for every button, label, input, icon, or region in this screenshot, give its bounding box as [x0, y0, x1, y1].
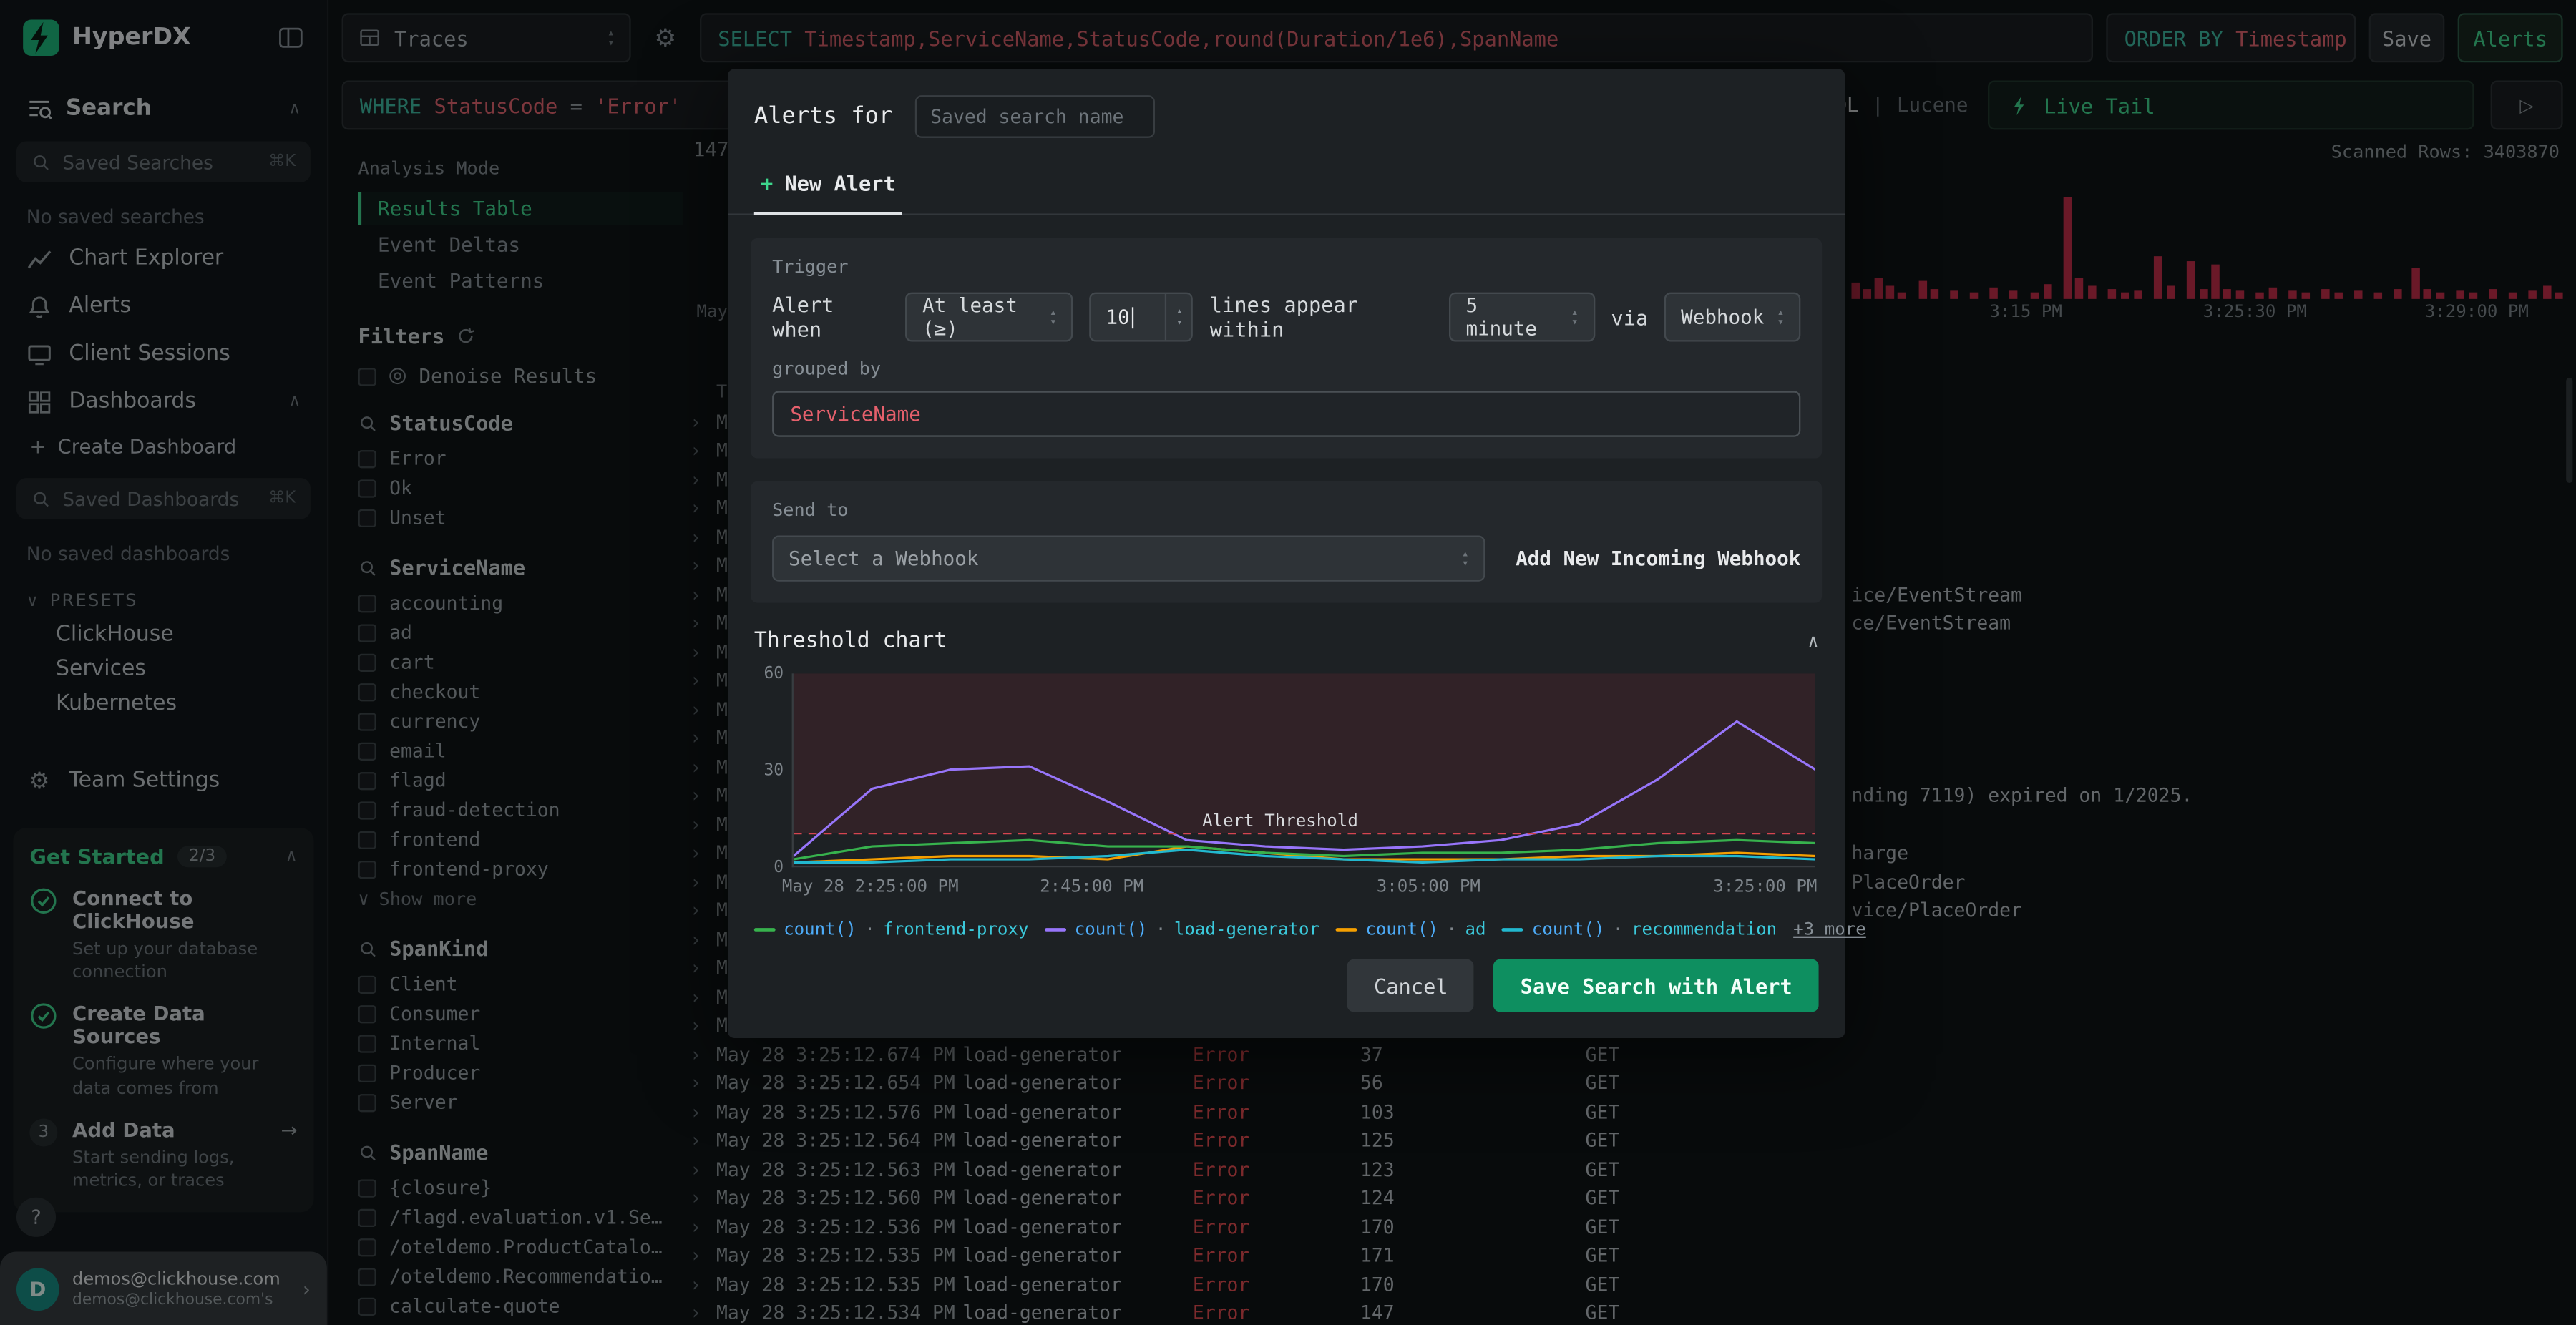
text-caret: [1131, 306, 1133, 328]
modal-body: Trigger Alert when At least (≥) ▴ ▾ 10 ▴ ▾…: [728, 215, 1866, 940]
trigger-row: Alert when At least (≥) ▴ ▾ 10 ▴ ▾ lines a…: [772, 292, 1801, 342]
legend-separator: ·: [1155, 919, 1166, 940]
legend-item-recommendation[interactable]: count() · recommendation: [1502, 919, 1777, 940]
threshold-chart-plot: Alert Threshold: [791, 673, 1815, 868]
number-stepper[interactable]: ▴ ▾: [1165, 293, 1192, 341]
via-text: via: [1611, 304, 1649, 330]
legend-line-swatch: [753, 928, 776, 932]
legend-series-name: frontend-proxy: [883, 919, 1029, 940]
threshold-chart-title: Threshold chart: [753, 629, 947, 654]
alert-when-text: Alert when: [772, 292, 834, 342]
legend-item-load-generator[interactable]: count() · load-generator: [1045, 919, 1320, 940]
cancel-button[interactable]: Cancel: [1347, 959, 1475, 1012]
legend-separator: ·: [1612, 919, 1624, 940]
legend-separator: ·: [864, 919, 875, 940]
legend-line-swatch: [1502, 928, 1524, 932]
modal-footer: Cancel Save Search with Alert: [728, 939, 1845, 1038]
chevron-up-icon[interactable]: ∧: [1807, 631, 1818, 652]
legend-count-label: count(): [1365, 919, 1439, 940]
alert-tabs: + New Alert: [728, 157, 1845, 215]
condition-select[interactable]: At least (≥) ▴ ▾: [906, 292, 1073, 342]
grouped-by-value: ServiceName: [790, 402, 921, 426]
trigger-card: Trigger Alert when At least (≥) ▴ ▾ 10 ▴ ▾…: [751, 238, 1823, 459]
legend-item-frontend-proxy[interactable]: count() · frontend-proxy: [753, 919, 1029, 940]
tab-new-alert[interactable]: + New Alert: [753, 157, 903, 215]
add-webhook-link[interactable]: Add New Incoming Webhook: [1516, 547, 1800, 570]
threshold-chart-x-tick: May 28 2:25:00 PM: [781, 877, 959, 897]
legend-item-ad[interactable]: count() · ad: [1336, 919, 1486, 940]
threshold-chart-y-tick: 30: [763, 762, 784, 781]
legend-line-swatch: [1045, 928, 1067, 932]
legend-series-name: load-generator: [1174, 919, 1320, 940]
threshold-chart-y-tick: 0: [774, 859, 784, 878]
legend-series-name: ad: [1465, 919, 1486, 940]
chevron-updown-icon: ▴ ▾: [1571, 304, 1579, 328]
trigger-label: Trigger: [772, 256, 849, 278]
legend-more-link[interactable]: +3 more: [1793, 920, 1866, 940]
threshold-chart-y-tick: 60: [763, 665, 784, 684]
alert-threshold-label: Alert Threshold: [1202, 811, 1358, 832]
threshold-chart: Alert Threshold May 28 2:25:00 PM 2:45:00…: [754, 665, 1819, 906]
send-to-label: Send to: [772, 499, 849, 521]
channel-value: Webhook: [1681, 305, 1765, 329]
modal-title: Alerts for: [753, 103, 893, 130]
tab-label: New Alert: [784, 170, 896, 196]
threshold-count-input[interactable]: 10 ▴ ▾: [1089, 292, 1194, 342]
threshold-chart-x-tick: 3:05:00 PM: [1376, 877, 1480, 897]
lines-appear-text: lines appear within: [1209, 292, 1359, 342]
legend-count-label: count(): [1074, 919, 1148, 940]
chevron-updown-icon: ▴ ▾: [1049, 304, 1057, 328]
threshold-chart-header[interactable]: Threshold chart ∧: [754, 629, 1819, 653]
send-to-card: Send to Select a Webhook ▴ ▾ Add New Inco…: [751, 481, 1823, 603]
grouped-by-label: grouped by: [772, 358, 882, 380]
threshold-count-value: 10: [1106, 305, 1130, 329]
condition-value: At least (≥): [922, 293, 1018, 341]
grouped-by-input[interactable]: ServiceName: [772, 391, 1801, 437]
legend-line-swatch: [1336, 928, 1357, 932]
threshold-chart-x-tick: 3:25:00 PM: [1713, 877, 1818, 897]
chevron-updown-icon: ▴ ▾: [1777, 304, 1785, 328]
legend-separator: ·: [1446, 919, 1458, 940]
save-search-with-alert-button[interactable]: Save Search with Alert: [1493, 959, 1819, 1012]
time-window-select[interactable]: 5 minute ▴ ▾: [1449, 292, 1595, 342]
threshold-chart-x-axis: May 28 2:25:00 PM 2:45:00 PM 3:05:00 PM 3:2…: [782, 877, 1818, 900]
modal-header: Alerts for Saved search name: [728, 69, 1845, 147]
legend-count-label: count(): [1531, 919, 1605, 940]
alert-modal: Alerts for Saved search name + New Alert…: [728, 69, 1866, 1039]
webhook-select[interactable]: Select a Webhook ▴ ▾: [772, 535, 1485, 582]
threshold-chart-x-tick: 2:45:00 PM: [1040, 877, 1144, 897]
time-window-value: 5 minute: [1465, 293, 1538, 341]
chevron-updown-icon: ▴ ▾: [1461, 546, 1469, 569]
legend-series-name: recommendation: [1631, 919, 1777, 940]
saved-search-name-placeholder: Saved search name: [930, 104, 1124, 129]
app-root: HyperDX Search ∧ Saved Searches ⌘K No sa…: [0, 0, 2576, 1325]
channel-select[interactable]: Webhook ▴ ▾: [1664, 292, 1801, 342]
chart-legend: count() · frontend-proxy count() · load-gener…: [753, 919, 1866, 940]
legend-count-label: count(): [784, 919, 857, 940]
saved-search-name-input[interactable]: Saved search name: [915, 95, 1156, 138]
webhook-select-value: Select a Webhook: [789, 547, 979, 570]
plus-icon: +: [761, 170, 774, 196]
